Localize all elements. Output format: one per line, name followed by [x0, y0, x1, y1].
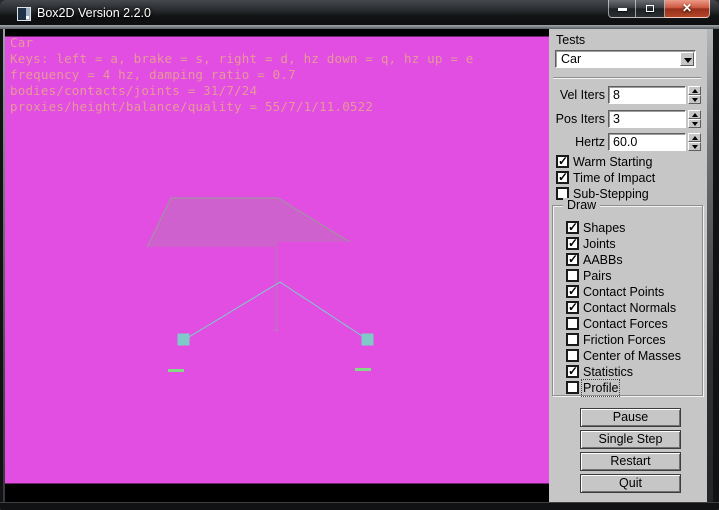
- draw-group-title: Draw: [563, 198, 600, 212]
- triangle-down-icon: [692, 145, 698, 149]
- left-joint-anchor: [181, 337, 187, 343]
- spinner-label: Hertz: [549, 135, 605, 149]
- triangle-up-icon: [692, 89, 698, 93]
- spinner-down-button[interactable]: [688, 142, 701, 151]
- checkbox-label: Contact Normals: [583, 301, 676, 315]
- tests-dropdown-value: Car: [561, 52, 581, 67]
- close-icon: ✕: [665, 1, 709, 15]
- spinner-row-hertz: Hertz60.0: [549, 133, 707, 151]
- tests-dropdown[interactable]: Car: [555, 50, 696, 68]
- spinner-label: Vel Iters: [549, 88, 605, 102]
- spinner-buttons: [688, 86, 701, 104]
- spinner-up-button[interactable]: [688, 110, 701, 119]
- draw-group: Draw ✓Shapes✓Joints✓AABBsPairs✓Contact P…: [552, 205, 703, 396]
- spinner-buttons: [688, 110, 701, 128]
- spinner-value-field[interactable]: 8: [608, 86, 686, 104]
- checkbox-label: Contact Forces: [583, 317, 668, 331]
- maximize-button[interactable]: [636, 0, 665, 18]
- checkbox-contact-forces[interactable]: [566, 317, 579, 330]
- stats-line-3: bodies/contacts/joints = 31/7/24: [10, 83, 474, 99]
- minimize-icon: [618, 8, 627, 11]
- single-step-button[interactable]: Single Step: [580, 430, 681, 449]
- spinner-label: Pos Iters: [549, 112, 605, 126]
- close-button[interactable]: ✕: [665, 0, 710, 18]
- maximize-icon: [646, 5, 654, 12]
- checkbox-label: Shapes: [583, 221, 625, 235]
- control-panel: Tests Car Vel Iters8Pos Iters3Hertz60.0 …: [549, 29, 707, 502]
- window-controls: ✕: [608, 0, 710, 18]
- checkbox-friction-forces[interactable]: [566, 333, 579, 346]
- checkbox-label: AABBs: [583, 253, 623, 267]
- spinner-up-button[interactable]: [688, 133, 701, 142]
- stats-line-2: frequency = 4 hz, damping ratio = 0.7: [10, 67, 474, 83]
- simulation-canvas[interactable]: CarKeys: left = a, brake = s, right = d,…: [5, 29, 549, 502]
- checkbox-label: Joints: [583, 237, 616, 251]
- checkbox-label: Pairs: [583, 269, 611, 283]
- window-bottom-edge: [0, 502, 719, 510]
- spinner-down-button[interactable]: [688, 119, 701, 128]
- window-right-edge: [707, 29, 713, 502]
- right-contact-point: [355, 368, 371, 371]
- quit-button[interactable]: Quit: [580, 474, 681, 493]
- checkbox-label: Contact Points: [583, 285, 664, 299]
- tests-label: Tests: [556, 33, 585, 47]
- minimize-button[interactable]: [608, 0, 636, 18]
- checkbox-contact-normals[interactable]: ✓: [566, 301, 579, 314]
- triangle-down-icon: [692, 122, 698, 126]
- app-icon: [17, 7, 31, 21]
- checkbox-warm-starting[interactable]: ✓: [556, 155, 569, 168]
- triangle-up-icon: [692, 136, 698, 140]
- app-window: Box2D Version 2.2.0 ✕ CarKeys: left = a,…: [0, 0, 719, 510]
- stats-line-1: Keys: left = a, brake = s, right = d, hz…: [10, 51, 474, 67]
- pause-button[interactable]: Pause: [580, 408, 681, 427]
- spinner-value-field[interactable]: 3: [608, 110, 686, 128]
- checkbox-shapes[interactable]: ✓: [566, 221, 579, 234]
- triangle-down-icon: [692, 98, 698, 102]
- checkbox-pairs[interactable]: [566, 269, 579, 282]
- separator: [553, 77, 701, 79]
- spinner-value-field[interactable]: 60.0: [608, 133, 686, 151]
- titlebar[interactable]: Box2D Version 2.2.0 ✕: [0, 0, 719, 29]
- checkbox-profile[interactable]: [566, 381, 579, 394]
- checkbox-center-of-masses[interactable]: [566, 349, 579, 362]
- checkbox-label: Profile: [583, 381, 618, 395]
- spinner-row-pos-iters: Pos Iters3: [549, 110, 707, 128]
- chevron-down-icon: [684, 58, 692, 63]
- tests-dropdown-button[interactable]: [680, 52, 694, 66]
- checkbox-statistics[interactable]: ✓: [566, 365, 579, 378]
- right-joint-anchor: [365, 337, 371, 343]
- checkbox-label: Statistics: [583, 365, 633, 379]
- stats-line-4: proxies/height/balance/quality = 55/7/1/…: [10, 99, 474, 115]
- debug-text-overlay: CarKeys: left = a, brake = s, right = d,…: [10, 35, 474, 115]
- checkbox-joints[interactable]: ✓: [566, 237, 579, 250]
- spinner-up-button[interactable]: [688, 86, 701, 95]
- checkbox-label: Friction Forces: [583, 333, 666, 347]
- checkbox-label: Time of Impact: [573, 171, 655, 185]
- stats-line-0: Car: [10, 35, 474, 51]
- spinner-row-vel-iters: Vel Iters8: [549, 86, 707, 104]
- checkbox-time-of-impact[interactable]: ✓: [556, 171, 569, 184]
- checkbox-contact-points[interactable]: ✓: [566, 285, 579, 298]
- window-title: Box2D Version 2.2.0: [37, 0, 151, 29]
- restart-button[interactable]: Restart: [580, 452, 681, 471]
- left-contact-point: [168, 369, 184, 372]
- triangle-up-icon: [692, 113, 698, 117]
- spinner-buttons: [688, 133, 701, 151]
- checkbox-label: Warm Starting: [573, 155, 652, 169]
- checkbox-aabbs[interactable]: ✓: [566, 253, 579, 266]
- checkbox-label: Center of Masses: [583, 349, 681, 363]
- spinner-down-button[interactable]: [688, 95, 701, 104]
